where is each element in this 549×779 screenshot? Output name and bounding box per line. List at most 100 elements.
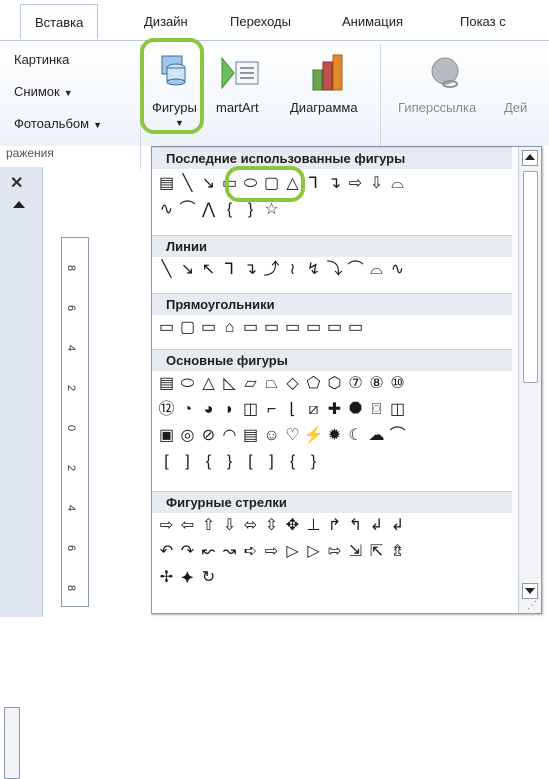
shape-item-arrows1-5-icon[interactable]: ⇳ (261, 515, 282, 537)
shape-item-recent1-6-icon[interactable]: △ (282, 173, 303, 195)
shape-item-basic1-5-icon[interactable]: ⏢ (261, 373, 282, 395)
shape-item-rects1-1-icon[interactable]: ▢ (177, 317, 198, 339)
shape-item-recent1-11-icon[interactable]: ⌓ (387, 173, 408, 195)
shape-item-arrows1-6-icon[interactable]: ✥ (282, 515, 303, 537)
shape-item-arrows1-10-icon[interactable]: ↲ (366, 515, 387, 537)
shape-item-basic1-7-icon[interactable]: ⬠ (303, 373, 324, 395)
shape-item-rects1-6-icon[interactable]: ▭ (282, 317, 303, 339)
shape-item-arrows2-7-icon[interactable]: ▷ (303, 541, 324, 563)
shape-item-arrows2-4-icon[interactable]: ➪ (240, 541, 261, 563)
shape-item-basic4-1-icon[interactable]: ] (177, 451, 198, 473)
shape-item-lines1-1-icon[interactable]: ↘ (177, 259, 198, 281)
shape-item-rects1-3-icon[interactable]: ⌂ (219, 317, 240, 339)
smartart-button[interactable]: martArt (216, 100, 259, 115)
shape-item-basic4-6-icon[interactable]: { (282, 451, 303, 473)
shape-item-rects1-2-icon[interactable]: ▭ (198, 317, 219, 339)
shape-item-lines1-11-icon[interactable]: ∿ (387, 259, 408, 281)
hyperlink-button[interactable]: Гиперссылка (398, 100, 476, 115)
tab-design[interactable]: Дизайн (144, 14, 188, 29)
shape-item-basic1-0-icon[interactable]: ▤ (156, 373, 177, 395)
tab-slideshow[interactable]: Показ с (460, 14, 506, 29)
shape-item-arrows1-7-icon[interactable]: ⊥ (303, 515, 324, 537)
shape-item-basic1-6-icon[interactable]: ◇ (282, 373, 303, 395)
tab-insert[interactable]: Вставка (20, 4, 99, 39)
shape-item-recent1-3-icon[interactable]: ▭ (219, 173, 240, 195)
scroll-up-icon[interactable] (522, 150, 538, 166)
screenshot-button[interactable]: Снимок ▼ (14, 84, 73, 99)
shape-item-basic4-2-icon[interactable]: { (198, 451, 219, 473)
shape-item-basic1-1-icon[interactable]: ⬭ (177, 373, 198, 395)
shape-item-basic2-8-icon[interactable]: ✚ (324, 399, 345, 421)
shape-item-basic2-2-icon[interactable]: ◕ (198, 399, 219, 421)
chart-button[interactable]: Диаграмма (290, 100, 358, 115)
shape-item-recent2-0-icon[interactable]: ∿ (156, 199, 177, 221)
shape-item-rects1-0-icon[interactable]: ▭ (156, 317, 177, 339)
shape-item-lines1-9-icon[interactable]: ⌒ (345, 259, 366, 281)
gallery-scrollbar[interactable]: ⋰ (518, 147, 541, 613)
photo-album-button[interactable]: Фотоальбом ▼ (14, 116, 102, 131)
shape-item-rects1-8-icon[interactable]: ▭ (324, 317, 345, 339)
shape-item-basic3-0-icon[interactable]: ▣ (156, 425, 177, 447)
shape-item-recent2-2-icon[interactable]: ⋀ (198, 199, 219, 221)
shape-item-rects1-7-icon[interactable]: ▭ (303, 317, 324, 339)
shape-item-basic1-11-icon[interactable]: ⑩ (387, 373, 408, 395)
shape-item-arrows1-1-icon[interactable]: ⇦ (177, 515, 198, 537)
shape-item-basic2-1-icon[interactable]: ◔ (177, 399, 198, 421)
shape-item-recent2-4-icon[interactable]: } (240, 199, 261, 221)
shape-item-basic3-11-icon[interactable]: ⌒ (387, 425, 408, 447)
shape-item-arrows2-3-icon[interactable]: ↝ (219, 541, 240, 563)
shape-item-arrows2-0-icon[interactable]: ↶ (156, 541, 177, 563)
shape-item-arrows2-5-icon[interactable]: ⇨ (261, 541, 282, 563)
shape-item-basic1-9-icon[interactable]: ⑦ (345, 373, 366, 395)
shape-item-arrows1-0-icon[interactable]: ⇨ (156, 515, 177, 537)
resize-grip-icon[interactable]: ⋰ (527, 600, 537, 611)
shape-item-arrows2-9-icon[interactable]: ⇲ (345, 541, 366, 563)
shape-item-arrows1-3-icon[interactable]: ⇩ (219, 515, 240, 537)
shape-item-arrows2-2-icon[interactable]: ↜ (198, 541, 219, 563)
shape-item-lines1-6-icon[interactable]: ≀ (282, 259, 303, 281)
scroll-down-icon[interactable] (522, 583, 538, 599)
shape-item-recent1-10-icon[interactable]: ⇩ (366, 173, 387, 195)
shape-item-arrows1-2-icon[interactable]: ⇧ (198, 515, 219, 537)
shape-item-arrows3-1-icon[interactable]: ⯌ (177, 567, 198, 589)
shape-item-arrows3-0-icon[interactable]: ✢ (156, 567, 177, 589)
shape-item-basic2-0-icon[interactable]: ⑫ (156, 399, 177, 421)
shape-item-basic3-8-icon[interactable]: ✹ (324, 425, 345, 447)
shape-item-recent1-1-icon[interactable]: ╲ (177, 173, 198, 195)
tab-transitions[interactable]: Переходы (230, 14, 291, 29)
shape-item-rects1-4-icon[interactable]: ▭ (240, 317, 261, 339)
shape-item-basic1-3-icon[interactable]: ◺ (219, 373, 240, 395)
scroll-up-icon[interactable] (13, 201, 25, 208)
scroll-thumb[interactable] (523, 171, 538, 383)
shape-item-basic2-9-icon[interactable]: ⯃ (345, 399, 366, 421)
shape-item-basic4-5-icon[interactable]: ] (261, 451, 282, 473)
picture-button[interactable]: Картинка (14, 52, 69, 67)
shape-item-basic2-7-icon[interactable]: ⧄ (303, 399, 324, 421)
shape-item-recent2-3-icon[interactable]: { (219, 199, 240, 221)
shape-item-basic2-4-icon[interactable]: ◫ (240, 399, 261, 421)
shape-item-recent1-5-icon[interactable]: ▢ (261, 173, 282, 195)
shape-item-arrows2-11-icon[interactable]: ⇯ (387, 541, 408, 563)
shape-item-arrows1-4-icon[interactable]: ⬄ (240, 515, 261, 537)
shape-item-basic3-6-icon[interactable]: ♡ (282, 425, 303, 447)
shape-item-recent2-5-icon[interactable]: ☆ (261, 199, 282, 221)
shape-item-lines1-4-icon[interactable]: ↴ (240, 259, 261, 281)
shape-item-arrows2-8-icon[interactable]: ⇰ (324, 541, 345, 563)
tab-animation[interactable]: Анимация (342, 14, 403, 29)
shape-item-basic1-4-icon[interactable]: ▱ (240, 373, 261, 395)
shape-item-basic4-4-icon[interactable]: [ (240, 451, 261, 473)
shape-item-lines1-2-icon[interactable]: ↖ (198, 259, 219, 281)
shape-item-basic3-7-icon[interactable]: ⚡ (303, 425, 324, 447)
shape-item-rects1-9-icon[interactable]: ▭ (345, 317, 366, 339)
shape-item-basic3-4-icon[interactable]: ▤ (240, 425, 261, 447)
close-icon[interactable]: ✕ (10, 173, 23, 193)
shape-item-basic3-10-icon[interactable]: ☁ (366, 425, 387, 447)
shape-item-basic4-7-icon[interactable]: } (303, 451, 324, 473)
shape-item-basic3-3-icon[interactable]: ◠ (219, 425, 240, 447)
shape-item-basic4-3-icon[interactable]: } (219, 451, 240, 473)
shape-item-basic4-0-icon[interactable]: [ (156, 451, 177, 473)
shape-item-arrows1-9-icon[interactable]: ↰ (345, 515, 366, 537)
shape-item-basic2-5-icon[interactable]: ⌐ (261, 399, 282, 421)
shape-item-arrows3-2-icon[interactable]: ↻ (198, 567, 219, 589)
shape-item-lines1-0-icon[interactable]: ╲ (156, 259, 177, 281)
